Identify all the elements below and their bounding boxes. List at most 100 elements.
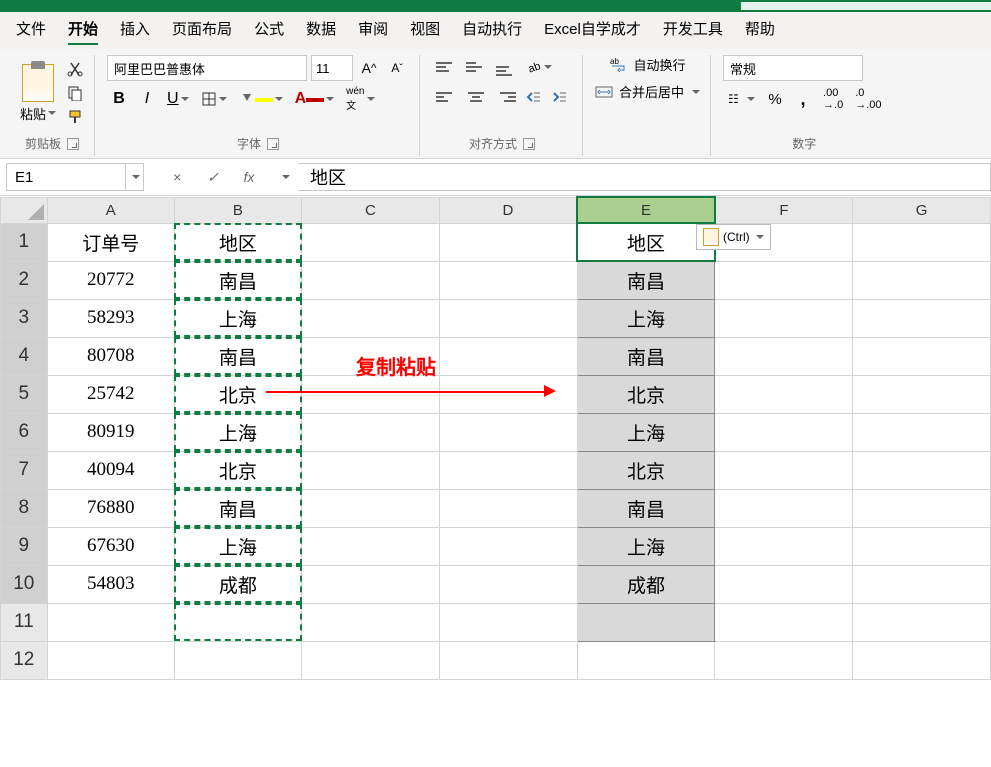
col-header-B[interactable]: B [174, 197, 301, 223]
col-header-E[interactable]: E [577, 197, 715, 223]
align-bottom-icon[interactable] [492, 55, 520, 79]
phonetic-button[interactable]: wén文 [342, 87, 378, 111]
number-format-dropdown[interactable] [723, 55, 863, 81]
underline-button[interactable]: U [163, 87, 193, 111]
cell-B12[interactable] [174, 641, 301, 679]
cell-G8[interactable] [853, 489, 991, 527]
paste-icon[interactable] [22, 64, 54, 102]
comma-button[interactable]: , [791, 87, 815, 111]
cell-B4[interactable]: 南昌 [174, 337, 301, 375]
percent-button[interactable]: % [763, 87, 787, 111]
cell-A2[interactable]: 20772 [47, 261, 174, 299]
format-painter-icon[interactable] [66, 108, 84, 126]
font-size-dropdown[interactable] [311, 55, 353, 81]
clipboard-launcher-icon[interactable] [67, 138, 79, 150]
decrease-decimal-button[interactable]: .0→.00 [851, 87, 885, 111]
cell-E9[interactable]: 上海 [577, 527, 715, 565]
cell-D3[interactable] [439, 299, 577, 337]
menu-help[interactable]: 帮助 [745, 18, 775, 45]
cell-F2[interactable] [715, 261, 853, 299]
alignment-launcher-icon[interactable] [523, 138, 535, 150]
cell-F4[interactable] [715, 337, 853, 375]
cell-E3[interactable]: 上海 [577, 299, 715, 337]
cell-D1[interactable] [439, 223, 577, 261]
cell-G3[interactable] [853, 299, 991, 337]
cell-B7[interactable]: 北京 [174, 451, 301, 489]
cell-F9[interactable] [715, 527, 853, 565]
col-header-C[interactable]: C [302, 197, 440, 223]
cell-B9[interactable]: 上海 [174, 527, 301, 565]
cell-A3[interactable]: 58293 [47, 299, 174, 337]
row-header[interactable]: 2 [1, 261, 48, 299]
cell-A5[interactable]: 25742 [47, 375, 174, 413]
cell-C6[interactable] [302, 413, 440, 451]
cell-D12[interactable] [439, 641, 577, 679]
cell-G10[interactable] [853, 565, 991, 603]
fx-icon[interactable]: fx [236, 164, 262, 190]
cell-G6[interactable] [853, 413, 991, 451]
menu-review[interactable]: 审阅 [358, 18, 388, 45]
menu-custom[interactable]: Excel自学成才 [544, 18, 641, 45]
row-header[interactable]: 1 [1, 223, 48, 261]
cell-E11[interactable] [577, 603, 715, 641]
cell-E6[interactable]: 上海 [577, 413, 715, 451]
cell-C2[interactable] [302, 261, 440, 299]
menu-insert[interactable]: 插入 [120, 18, 150, 45]
cell-A6[interactable]: 80919 [47, 413, 174, 451]
cell-D8[interactable] [439, 489, 577, 527]
cell-G7[interactable] [853, 451, 991, 489]
cell-B3[interactable]: 上海 [174, 299, 301, 337]
font-name-dropdown[interactable] [107, 55, 307, 81]
menu-formula[interactable]: 公式 [254, 18, 284, 45]
border-button[interactable] [197, 87, 231, 111]
cell-G4[interactable] [853, 337, 991, 375]
spreadsheet-grid[interactable]: A B C D E F G 1订单号地区地区220772南昌南昌358293上海… [0, 196, 991, 680]
col-header-A[interactable]: A [47, 197, 174, 223]
italic-button[interactable]: I [135, 87, 159, 111]
cell-D9[interactable] [439, 527, 577, 565]
cell-C1[interactable] [302, 223, 440, 261]
name-box-dropdown-icon[interactable] [126, 163, 144, 191]
cell-B1[interactable]: 地区 [174, 223, 301, 261]
cell-A11[interactable] [47, 603, 174, 641]
cell-E5[interactable]: 北京 [577, 375, 715, 413]
row-header[interactable]: 8 [1, 489, 48, 527]
wrap-text-button[interactable]: ab 自动换行 [610, 55, 686, 74]
cell-C5[interactable] [302, 375, 440, 413]
row-header[interactable]: 12 [1, 641, 48, 679]
cell-B6[interactable]: 上海 [174, 413, 301, 451]
row-header[interactable]: 7 [1, 451, 48, 489]
decrease-font-icon[interactable]: Aˇ [385, 56, 409, 80]
row-header[interactable]: 5 [1, 375, 48, 413]
row-header[interactable]: 6 [1, 413, 48, 451]
cell-G11[interactable] [853, 603, 991, 641]
cell-G9[interactable] [853, 527, 991, 565]
menu-developer[interactable]: 开发工具 [663, 18, 723, 45]
cell-C7[interactable] [302, 451, 440, 489]
copy-icon[interactable] [66, 84, 84, 102]
cell-C3[interactable] [302, 299, 440, 337]
align-middle-icon[interactable] [462, 55, 490, 79]
col-header-F[interactable]: F [715, 197, 853, 223]
cut-icon[interactable] [66, 60, 84, 78]
cancel-icon[interactable]: × [164, 164, 190, 190]
row-header[interactable]: 3 [1, 299, 48, 337]
cell-A9[interactable]: 67630 [47, 527, 174, 565]
align-center-icon[interactable] [462, 85, 490, 109]
orientation-icon[interactable]: ab [522, 55, 556, 79]
cell-A7[interactable]: 40094 [47, 451, 174, 489]
cell-E10[interactable]: 成都 [577, 565, 715, 603]
row-header[interactable]: 11 [1, 603, 48, 641]
row-header[interactable]: 9 [1, 527, 48, 565]
menu-automate[interactable]: 自动执行 [462, 18, 522, 45]
col-header-D[interactable]: D [439, 197, 577, 223]
cell-A8[interactable]: 76880 [47, 489, 174, 527]
formula-bar[interactable] [298, 163, 991, 191]
formula-dropdown-icon[interactable] [272, 164, 298, 190]
cell-F3[interactable] [715, 299, 853, 337]
menu-data[interactable]: 数据 [306, 18, 336, 45]
row-header[interactable]: 4 [1, 337, 48, 375]
cell-A10[interactable]: 54803 [47, 565, 174, 603]
col-header-G[interactable]: G [853, 197, 991, 223]
cell-D4[interactable] [439, 337, 577, 375]
